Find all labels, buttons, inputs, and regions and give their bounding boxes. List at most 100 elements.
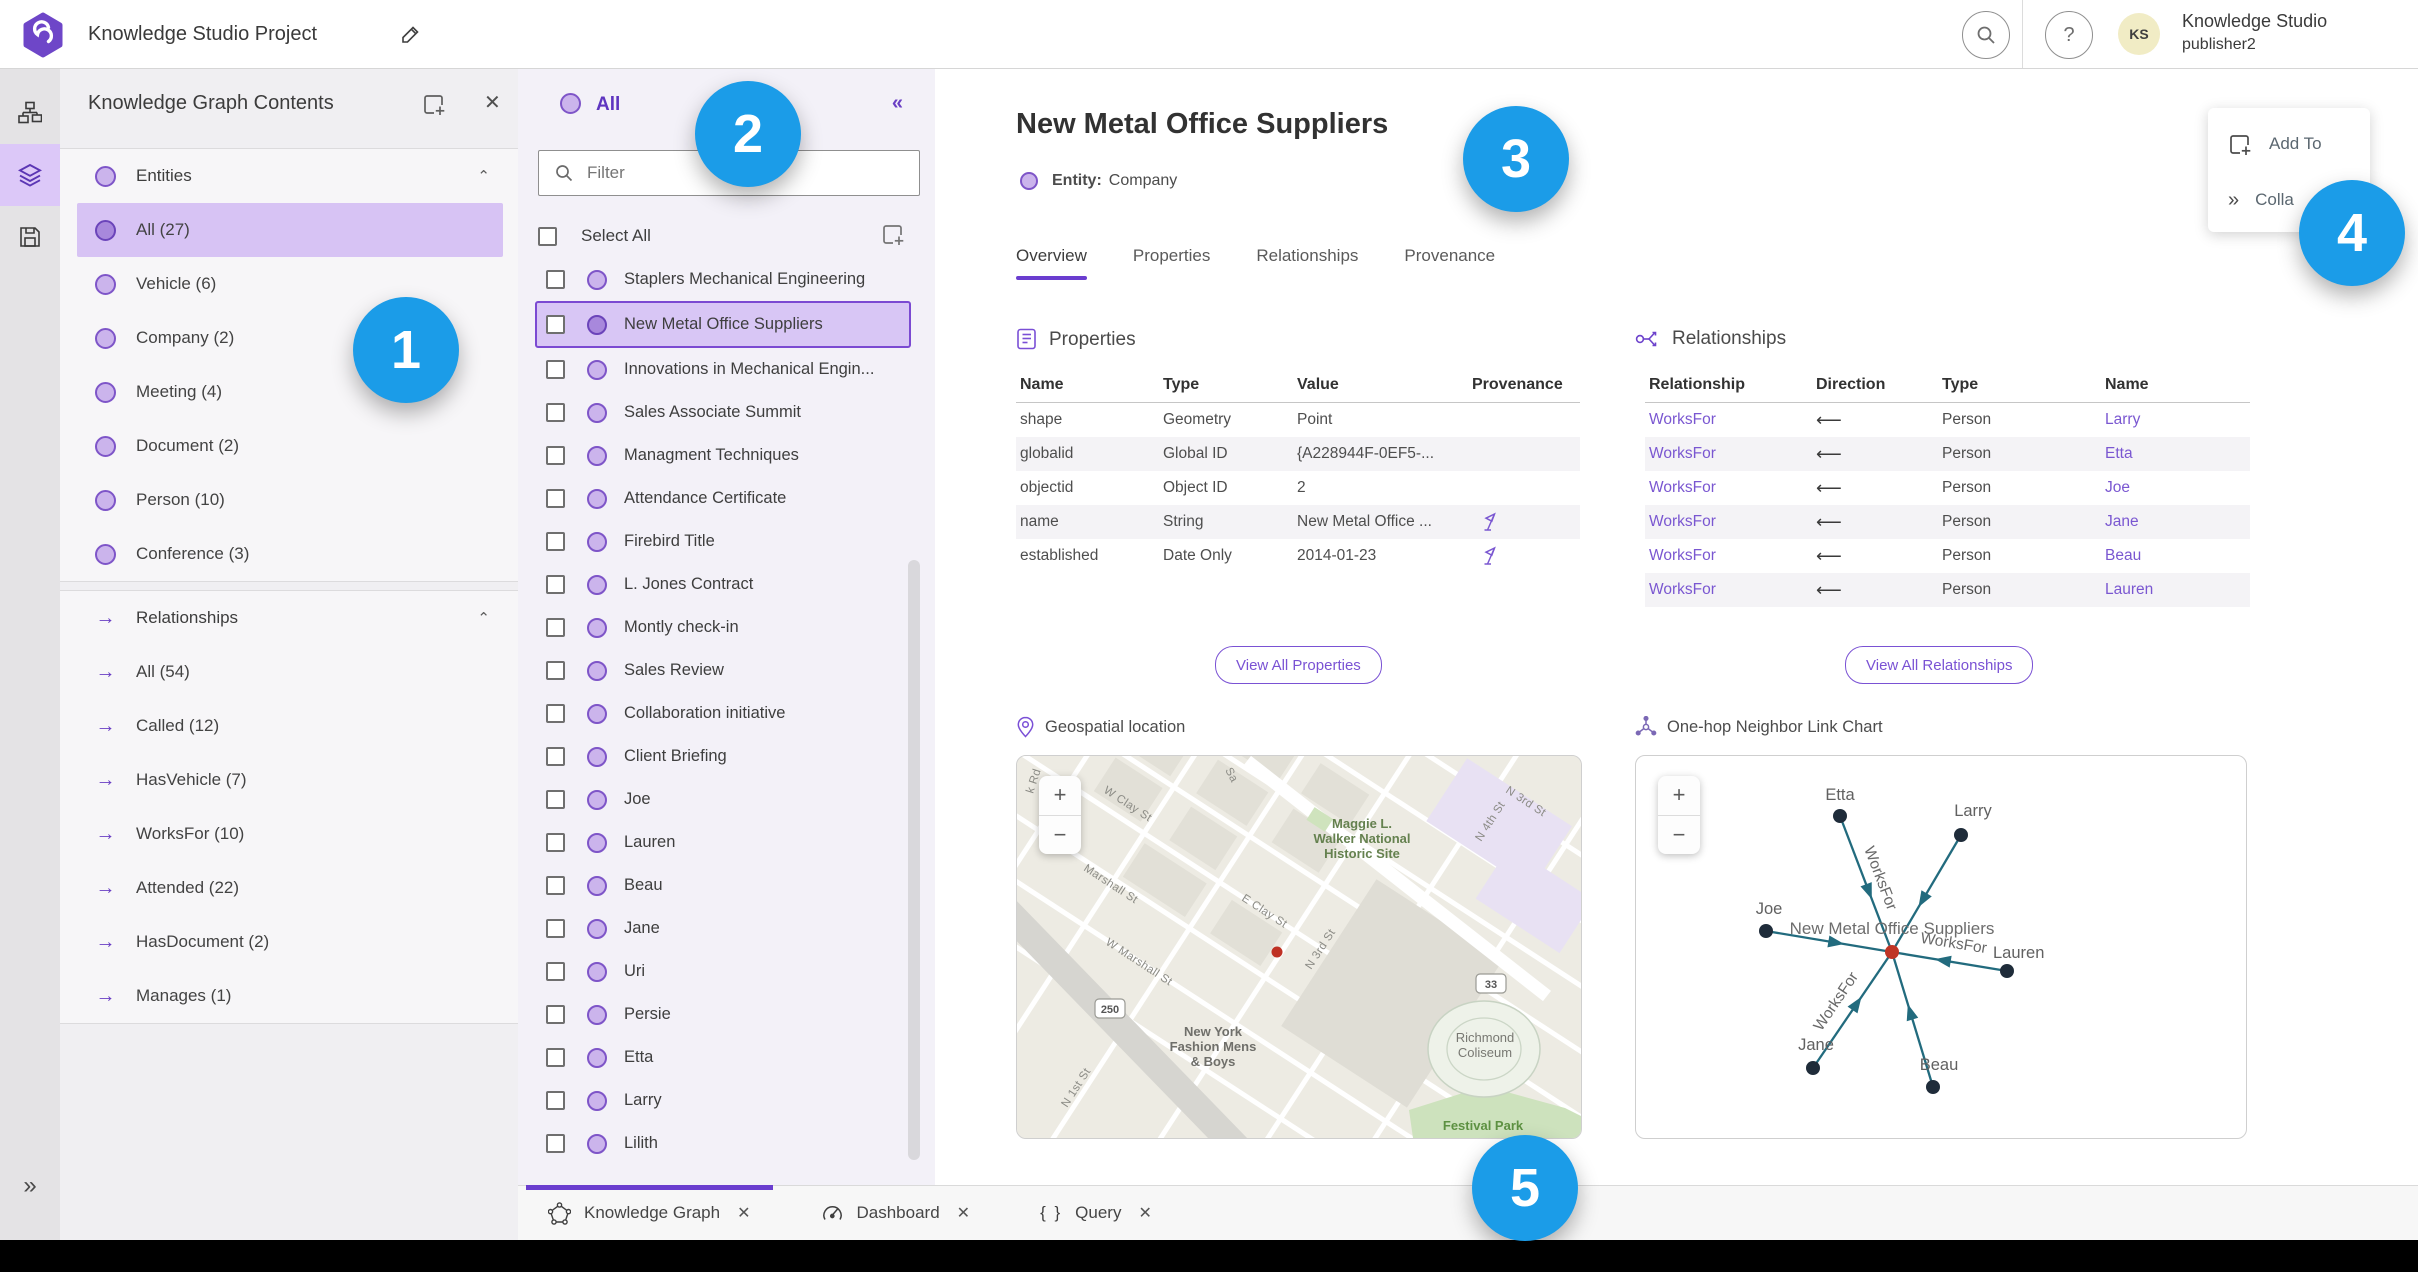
add-item-icon[interactable]	[881, 222, 906, 247]
section-header-entities[interactable]: Entities ⌃	[60, 149, 518, 203]
list-item[interactable]: Sales Review	[535, 649, 911, 692]
list-item[interactable]: Innovations in Mechanical Engin...	[535, 348, 911, 391]
item-checkbox[interactable]	[546, 575, 565, 594]
sidebar-item-conference[interactable]: Conference (3)	[60, 527, 518, 581]
item-checkbox[interactable]	[546, 1091, 565, 1110]
cell-provenance[interactable]	[1468, 512, 1580, 532]
entity-name-link[interactable]: Etta	[2101, 445, 2250, 463]
add-layer-icon[interactable]	[422, 92, 447, 117]
list-item[interactable]: Staplers Mechanical Engineering	[535, 258, 911, 301]
chevron-up-icon[interactable]: ⌃	[477, 167, 490, 185]
close-tab-icon[interactable]: ✕	[737, 1203, 750, 1223]
item-checkbox[interactable]	[546, 360, 565, 379]
sidebar-item-vehicle[interactable]: Vehicle (6)	[60, 257, 518, 311]
sidebar-item-attended[interactable]: → Attended (22)	[60, 861, 518, 915]
expand-rail-icon[interactable]: »	[0, 1172, 60, 1200]
list-item[interactable]: Uri	[535, 950, 911, 993]
relationship-link[interactable]: WorksFor	[1645, 547, 1812, 565]
tab-overview[interactable]: Overview	[1016, 246, 1087, 280]
relationship-link[interactable]: WorksFor	[1645, 479, 1812, 497]
item-checkbox[interactable]	[546, 532, 565, 551]
sidebar-item-worksfor[interactable]: → WorksFor (10)	[60, 807, 518, 861]
entity-name-link[interactable]: Jane	[2101, 513, 2250, 531]
list-item[interactable]: Etta	[535, 1036, 911, 1079]
close-tab-icon[interactable]: ✕	[957, 1203, 970, 1223]
sidebar-item-document[interactable]: Document (2)	[60, 419, 518, 473]
item-checkbox[interactable]	[546, 1005, 565, 1024]
item-checkbox[interactable]	[546, 270, 565, 289]
list-item[interactable]: Montly check-in	[535, 606, 911, 649]
collapse-panel-icon[interactable]: «	[892, 92, 903, 115]
zoom-out-button[interactable]: −	[1039, 816, 1081, 855]
tab-provenance[interactable]: Provenance	[1404, 246, 1495, 280]
tab-dashboard[interactable]: Dashboard ✕	[799, 1186, 993, 1240]
tab-query[interactable]: { } Query ✕	[1018, 1186, 1174, 1240]
item-checkbox[interactable]	[546, 833, 565, 852]
sidebar-item-all[interactable]: → All (54)	[60, 645, 518, 699]
list-item[interactable]: Sales Associate Summit	[535, 391, 911, 434]
avatar[interactable]: KS	[2118, 13, 2160, 55]
list-item[interactable]: L. Jones Contract	[535, 563, 911, 606]
item-checkbox[interactable]	[546, 919, 565, 938]
list-item[interactable]: Beau	[535, 864, 911, 907]
relationship-link[interactable]: WorksFor	[1645, 513, 1812, 531]
list-item[interactable]: Client Briefing	[535, 735, 911, 778]
sidebar-item-hasvehicle[interactable]: → HasVehicle (7)	[60, 753, 518, 807]
item-checkbox[interactable]	[546, 315, 565, 334]
list-item[interactable]: New Metal Office Suppliers	[535, 301, 911, 348]
item-checkbox[interactable]	[546, 704, 565, 723]
list-item[interactable]: Joe	[535, 778, 911, 821]
list-item[interactable]: Jane	[535, 907, 911, 950]
item-checkbox[interactable]	[546, 747, 565, 766]
item-checkbox[interactable]	[546, 618, 565, 637]
item-checkbox[interactable]	[546, 489, 565, 508]
relationship-link[interactable]: WorksFor	[1645, 411, 1812, 429]
zoom-out-button[interactable]: −	[1658, 816, 1700, 855]
user-block[interactable]: Knowledge Studio publisher2	[2182, 10, 2327, 56]
close-panel-icon[interactable]: ✕	[484, 90, 501, 115]
list-item[interactable]: Firebird Title	[535, 520, 911, 563]
sidebar-item-person[interactable]: Person (10)	[60, 473, 518, 527]
item-checkbox[interactable]	[546, 1134, 565, 1153]
list-item[interactable]: Larry	[535, 1079, 911, 1122]
one-hop-link-chart[interactable]: WorksFor WorksFor WorksFor New Metal Office…	[1635, 755, 2247, 1139]
chart-zoom-control[interactable]: + −	[1658, 776, 1700, 854]
sidebar-item-manages[interactable]: → Manages (1)	[60, 969, 518, 1023]
list-item[interactable]: Lauren	[535, 821, 911, 864]
layers-icon[interactable]	[0, 144, 60, 206]
item-checkbox[interactable]	[546, 876, 565, 895]
list-item[interactable]: Persie	[535, 993, 911, 1036]
item-checkbox[interactable]	[546, 446, 565, 465]
org-chart-icon[interactable]	[0, 82, 60, 144]
list-item[interactable]: Lilith	[535, 1122, 911, 1165]
map-zoom-control[interactable]: + −	[1039, 776, 1081, 854]
relationship-link[interactable]: WorksFor	[1645, 445, 1812, 463]
item-checkbox[interactable]	[546, 962, 565, 981]
chevron-up-icon[interactable]: ⌃	[477, 609, 490, 627]
app-logo-icon[interactable]	[22, 12, 64, 58]
help-button[interactable]: ?	[2045, 11, 2093, 59]
list-item[interactable]: Managment Techniques	[535, 434, 911, 477]
entity-name-link[interactable]: Joe	[2101, 479, 2250, 497]
add-to-menu-item[interactable]: Add To	[2208, 116, 2370, 172]
select-all-checkbox[interactable]	[538, 226, 557, 246]
zoom-in-button[interactable]: +	[1658, 776, 1700, 816]
tab-knowledge-graph[interactable]: Knowledge Graph ✕	[526, 1185, 773, 1240]
relationship-link[interactable]: WorksFor	[1645, 581, 1812, 599]
search-button[interactable]	[1962, 11, 2010, 59]
entity-name-link[interactable]: Beau	[2101, 547, 2250, 565]
item-checkbox[interactable]	[546, 790, 565, 809]
zoom-in-button[interactable]: +	[1039, 776, 1081, 816]
view-all-relationships-button[interactable]: View All Relationships	[1845, 646, 2034, 684]
item-checkbox[interactable]	[546, 1048, 565, 1067]
item-checkbox[interactable]	[546, 403, 565, 422]
entity-name-link[interactable]: Lauren	[2101, 581, 2250, 599]
entity-name-link[interactable]: Larry	[2101, 411, 2250, 429]
close-tab-icon[interactable]: ✕	[1138, 1203, 1151, 1223]
list-scrollbar[interactable]	[908, 560, 920, 1160]
item-checkbox[interactable]	[546, 661, 565, 680]
sidebar-item-called[interactable]: → Called (12)	[60, 699, 518, 753]
cell-provenance[interactable]	[1468, 546, 1580, 566]
save-icon[interactable]	[0, 206, 60, 268]
sidebar-item-all[interactable]: All (27)	[77, 203, 503, 257]
